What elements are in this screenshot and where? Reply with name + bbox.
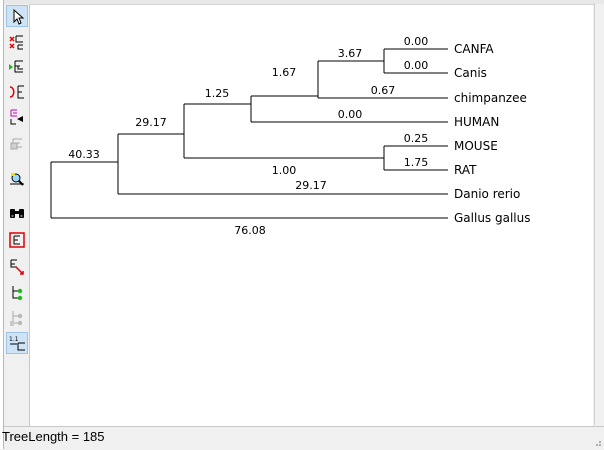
tree-canvas[interactable]: 0.00 0.00 3.67 0.67 1.67 0.00 1.25 0.25 … — [30, 4, 593, 426]
subtree-disabled-icon[interactable] — [6, 131, 28, 153]
branch-label: 1.00 — [272, 164, 297, 177]
vertical-scrollbar[interactable] — [594, 4, 604, 425]
taxon-label[interactable]: CANFA — [454, 42, 494, 56]
place-root-icon[interactable] — [6, 56, 28, 78]
branch-label: 3.67 — [338, 47, 363, 60]
taxon-label[interactable]: MOUSE — [454, 139, 498, 153]
taxon-label[interactable]: chimpanzee — [454, 91, 527, 105]
find-binoculars-icon[interactable] — [6, 202, 28, 224]
branch-label: 29.17 — [135, 116, 167, 129]
compress-subtree-icon[interactable] — [6, 106, 28, 128]
branch-node-icon[interactable] — [6, 282, 28, 304]
flip-subtree-icon[interactable] — [6, 81, 28, 103]
branch-label: 1.75 — [404, 156, 429, 169]
branch-label: 1.25 — [205, 87, 230, 100]
taxon-label[interactable]: Gallus gallus — [454, 211, 531, 225]
svg-text:1.1: 1.1 — [9, 336, 19, 343]
tree-toolbar: 1.1 — [4, 4, 30, 426]
branch-label: 0.00 — [404, 59, 429, 72]
swap-subtrees-icon[interactable] — [6, 31, 28, 53]
taxon-label[interactable]: Canis — [454, 66, 487, 80]
branch-label: 0.25 — [404, 132, 429, 145]
branch-label: 0.00 — [404, 35, 429, 48]
taxon-label[interactable]: HUMAN — [454, 115, 499, 129]
taxon-search-icon[interactable] — [6, 168, 28, 190]
branch-label: 76.08 — [234, 224, 266, 237]
resize-tree-icon[interactable] — [6, 229, 28, 251]
pointer-arrow-icon[interactable] — [6, 5, 28, 27]
resize-grip-icon[interactable] — [592, 437, 602, 447]
branch-label: 1.67 — [272, 66, 297, 79]
tree-length-status: TreeLength = 185 — [2, 429, 105, 444]
branch-label: 40.33 — [68, 148, 100, 161]
branch-label: 0.67 — [371, 84, 396, 97]
branch-label: 29.17 — [295, 179, 327, 192]
phylogenetic-tree: 0.00 0.00 3.67 0.67 1.67 0.00 1.25 0.25 … — [50, 35, 531, 237]
taxon-label[interactable]: RAT — [454, 163, 477, 177]
branch-label: 0.00 — [338, 108, 363, 121]
edit-branch-icon[interactable] — [6, 256, 28, 278]
branch-length-display-icon[interactable]: 1.1 — [6, 332, 28, 354]
branch-node-disabled-icon[interactable] — [6, 307, 28, 329]
taxon-label[interactable]: Danio rerio — [454, 187, 520, 201]
